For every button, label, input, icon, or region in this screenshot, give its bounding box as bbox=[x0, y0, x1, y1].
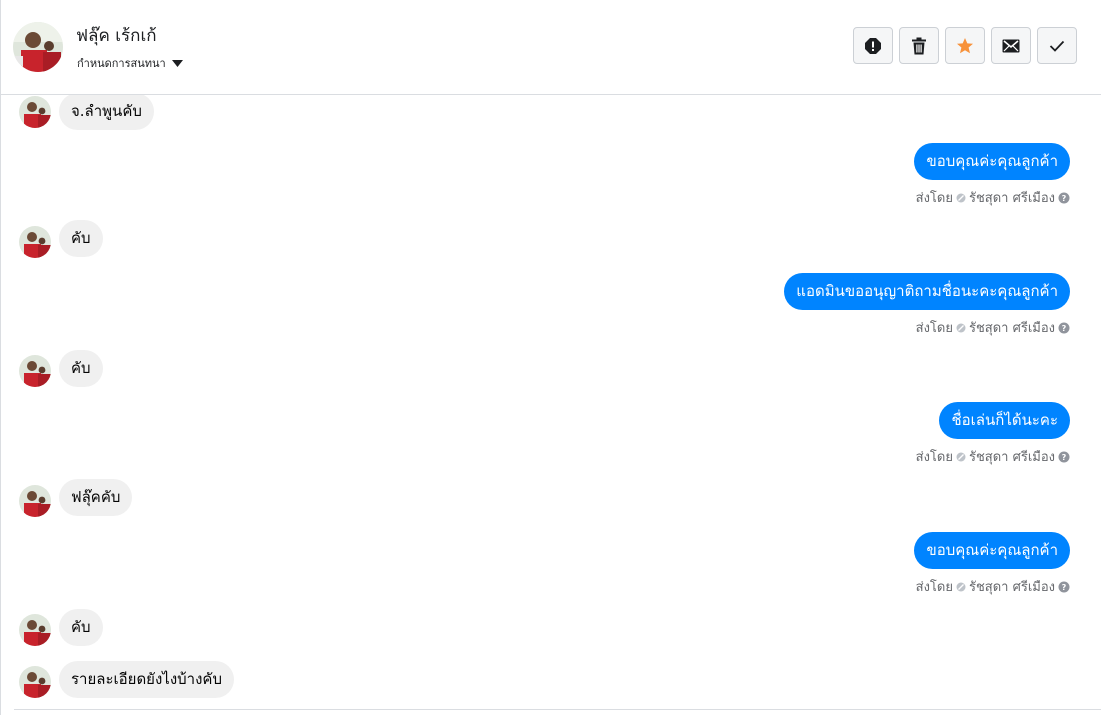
sent-by-meta: ส่งโดย รัชสุดา ศรีเมือง ? bbox=[916, 317, 1070, 338]
help-icon[interactable]: ? bbox=[1058, 451, 1070, 463]
check-icon bbox=[1049, 40, 1065, 52]
sender-name[interactable]: รัชสุดา ศรีเมือง bbox=[969, 446, 1055, 467]
contact-avatar[interactable] bbox=[13, 22, 63, 72]
sender-name[interactable]: รัชสุดา ศรีเมือง bbox=[969, 576, 1055, 597]
sender-name[interactable]: รัชสุดา ศรีเมือง bbox=[969, 187, 1055, 208]
conversation-settings-dropdown[interactable]: กำหนดการสนทนา bbox=[77, 54, 183, 72]
contact-name: ฟลุ๊ค เร้กเก้ bbox=[76, 26, 157, 46]
composer-top-border bbox=[14, 709, 1101, 710]
sender-avatar bbox=[19, 666, 51, 698]
sent-by-label: ส่งโดย bbox=[915, 321, 953, 336]
svg-text:?: ? bbox=[1062, 453, 1067, 462]
blocked-icon bbox=[956, 323, 966, 332]
help-icon[interactable]: ? bbox=[1058, 322, 1070, 334]
mark-spam-button[interactable] bbox=[853, 27, 893, 64]
conversation-settings-label: กำหนดการสนทนา bbox=[77, 57, 166, 70]
svg-text:?: ? bbox=[1062, 324, 1067, 333]
envelope-icon bbox=[1002, 39, 1020, 52]
sender-name[interactable]: รัชสุดา ศรีเมือง bbox=[969, 317, 1055, 338]
svg-text:?: ? bbox=[1062, 583, 1067, 592]
blocked-icon bbox=[956, 452, 966, 461]
sent-by-meta: ส่งโดย รัชสุดา ศรีเมือง ? bbox=[916, 187, 1070, 208]
message-thread: จ.ลำพูนคับ ขอบคุณค่ะคุณลูกค้า ส่งโดย รัช… bbox=[1, 95, 1101, 715]
mark-unread-button[interactable] bbox=[991, 27, 1031, 64]
outgoing-message-bubble: ชื่อเล่นก็ได้นะคะ bbox=[939, 402, 1070, 439]
sent-by-label: ส่งโดย bbox=[915, 191, 953, 206]
help-icon[interactable]: ? bbox=[1058, 581, 1070, 593]
sent-by-label: ส่งโดย bbox=[915, 580, 953, 595]
incoming-message-bubble: คับ bbox=[59, 350, 103, 387]
header-actions bbox=[853, 27, 1077, 64]
blocked-icon bbox=[956, 193, 966, 202]
star-icon bbox=[957, 37, 973, 53]
delete-button[interactable] bbox=[899, 27, 939, 64]
sender-avatar bbox=[19, 485, 51, 517]
outgoing-message-bubble: ขอบคุณค่ะคุณลูกค้า bbox=[914, 143, 1070, 180]
conversation-header: ฟลุ๊ค เร้กเก้ กำหนดการสนทนา bbox=[1, 0, 1101, 95]
sender-avatar bbox=[19, 226, 51, 258]
sent-by-meta: ส่งโดย รัชสุดา ศรีเมือง ? bbox=[916, 576, 1070, 597]
outgoing-message-bubble: แอดมินขออนุญาติถามชื่อนะคะคุณลูกค้า bbox=[784, 273, 1070, 310]
sent-by-label: ส่งโดย bbox=[915, 450, 953, 465]
incoming-message-bubble: คับ bbox=[59, 220, 103, 257]
outgoing-message-bubble: ขอบคุณค่ะคุณลูกค้า bbox=[914, 532, 1070, 569]
caret-down-icon bbox=[171, 59, 183, 67]
svg-text:?: ? bbox=[1062, 194, 1067, 203]
incoming-message-bubble: ฟลุ๊คคับ bbox=[59, 479, 133, 516]
sender-avatar bbox=[19, 355, 51, 387]
sender-avatar bbox=[19, 614, 51, 646]
incoming-message-bubble: คับ bbox=[59, 609, 103, 646]
exclamation-icon bbox=[865, 37, 881, 54]
blocked-icon bbox=[956, 582, 966, 591]
help-icon[interactable]: ? bbox=[1058, 192, 1070, 204]
sender-avatar bbox=[19, 96, 51, 128]
trash-icon bbox=[912, 37, 926, 54]
sent-by-meta: ส่งโดย รัชสุดา ศรีเมือง ? bbox=[916, 446, 1070, 467]
incoming-message-bubble: รายละเอียดยังไงบ้างคับ bbox=[59, 661, 234, 698]
incoming-message-bubble: จ.ลำพูนคับ bbox=[59, 95, 154, 130]
mark-done-button[interactable] bbox=[1037, 27, 1077, 64]
star-button[interactable] bbox=[945, 27, 985, 64]
